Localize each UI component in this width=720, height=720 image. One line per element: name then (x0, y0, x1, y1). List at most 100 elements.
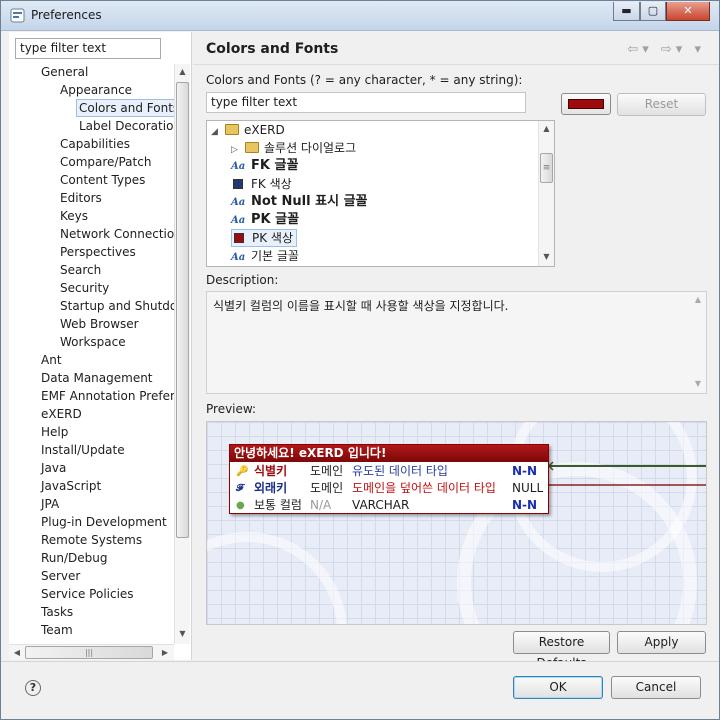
preference-tree: General Appearance Colors and Fonts Label D… (9, 64, 174, 644)
window-title: Preferences (31, 8, 102, 22)
color-swatch (568, 99, 604, 109)
page-header: Colors and Fonts ⇦▾ ⇨▾ ▾ (193, 32, 719, 65)
help-icon[interactable]: ? (25, 680, 41, 696)
colors-fonts-scroll-thumb[interactable]: ≡ (540, 153, 553, 183)
color-picker-button[interactable] (561, 93, 611, 115)
nav-scroll-thumb[interactable] (176, 82, 189, 538)
colors-fonts-item[interactable]: FK 색상 (231, 175, 292, 193)
column-domain: 도메인 (310, 464, 344, 478)
tree-item[interactable]: Help (39, 423, 70, 441)
colors-fonts-item[interactable]: ◢ eXERD (211, 121, 285, 139)
preview-canvas: 안녕하세요! eXERD 입니다! 🔑 식별키 도메인 유도된 데이터 타입 N-N 𝓕 외… (206, 421, 707, 625)
nav-vertical-scrollbar[interactable]: ▲ ▼ (174, 64, 190, 644)
tree-item[interactable]: Workspace (58, 333, 128, 351)
tree-item[interactable]: Plug-in Development (39, 513, 169, 531)
tree-item[interactable]: Compare/Patch (58, 153, 153, 171)
tree-item[interactable]: Startup and Shutdown (58, 297, 174, 315)
preferences-app-icon (10, 8, 25, 23)
entity-column-row[interactable]: 𝓕 외래키 도메인 도메인을 덮어쓴 데이터 타입 NULL (230, 480, 548, 497)
entity-column-row[interactable]: ● 보통 컬럼 N/A VARCHAR N-N (230, 497, 548, 514)
tree-item[interactable]: Perspectives (58, 243, 138, 261)
reset-button[interactable]: Reset (617, 93, 706, 116)
tree-item[interactable]: Network Connections (58, 225, 174, 243)
preferences-window: Preferences ▬ ▢ ✕ type filter text Gener… (0, 0, 720, 720)
colors-fonts-vertical-scrollbar[interactable]: ▲ ≡ ▼ (538, 121, 554, 266)
color-square-icon (234, 233, 244, 243)
colors-fonts-item[interactable]: Aa 기본 글꼴 (231, 247, 299, 265)
scroll-up-arrow[interactable]: ▲ (539, 121, 554, 137)
scroll-left-arrow[interactable]: ◀ (9, 645, 25, 661)
tree-item[interactable]: Data Management (39, 369, 155, 387)
page-history-nav-icons[interactable]: ⇦▾ ⇨▾ ▾ (627, 42, 705, 57)
description-box: 식별키 컬럼의 이름을 표시할 때 사용할 색상을 지정합니다. ▲ ▼ (206, 291, 707, 394)
title-bar[interactable]: Preferences ▬ ▢ ✕ (1, 1, 719, 31)
colors-fonts-item[interactable]: PK 색상 (231, 229, 298, 247)
tree-item[interactable]: General (39, 64, 90, 81)
column-nullability: N-N (512, 498, 538, 512)
tree-item[interactable]: Search (58, 261, 103, 279)
nav-horizontal-scrollbar[interactable]: ◀ ||| ▶ (9, 644, 174, 660)
colors-fonts-filter-label: Colors and Fonts (? = any character, * =… (206, 73, 523, 87)
maximize-button[interactable]: ▢ (640, 2, 666, 21)
tree-item[interactable]: Server (39, 567, 82, 585)
column-name: 외래키 (254, 481, 288, 495)
tree-item[interactable]: Security (58, 279, 111, 297)
colors-fonts-item[interactable]: Aa FK 글꼴 (231, 157, 298, 175)
tree-item[interactable]: Web Browser (58, 315, 141, 333)
colors-fonts-filter-input[interactable]: type filter text (206, 92, 526, 113)
colors-fonts-item[interactable]: Aa Not Null 표시 글꼴 (231, 193, 368, 211)
tree-item[interactable]: Keys (58, 207, 90, 225)
scroll-down-arrow[interactable]: ▼ (175, 626, 190, 642)
colors-fonts-item-label: Not Null 표시 글꼴 (251, 194, 368, 209)
tree-item[interactable]: Appearance (58, 81, 134, 99)
column-nullability: N-N (512, 464, 538, 478)
close-button[interactable]: ✕ (666, 2, 710, 21)
description-scrollbar[interactable]: ▲ ▼ (690, 292, 706, 393)
minimize-button[interactable]: ▬ (613, 2, 640, 21)
tree-item[interactable]: eXERD (39, 405, 84, 423)
colors-fonts-item-label: 솔루션 다이얼로그 (264, 141, 357, 155)
restore-defaults-button[interactable]: Restore Defaults (513, 631, 610, 670)
column-nullability: NULL (512, 481, 544, 495)
tree-item[interactable]: Java (39, 459, 68, 477)
entity-column-row[interactable]: 🔑 식별키 도메인 유도된 데이터 타입 N-N (230, 463, 548, 480)
preference-page: Colors and Fonts ⇦▾ ⇨▾ ▾ Colors and Font… (193, 32, 719, 670)
tree-item[interactable]: Remote Systems (39, 531, 144, 549)
tree-item[interactable]: Team (39, 621, 75, 639)
tree-item[interactable]: Capabilities (58, 135, 132, 153)
tree-item[interactable]: Editors (58, 189, 104, 207)
scroll-right-arrow[interactable]: ▶ (157, 645, 173, 661)
tree-item[interactable]: EMF Annotation Preferences (39, 387, 174, 405)
preview-entity[interactable]: 안녕하세요! eXERD 입니다! 🔑 식별키 도메인 유도된 데이터 타입 N-N 𝓕 외… (229, 444, 549, 514)
column-datatype: 유도된 데이터 타입 (352, 464, 448, 478)
scroll-up-arrow[interactable]: ▲ (690, 292, 706, 308)
tree-item[interactable]: JavaScript (39, 477, 103, 495)
font-icon: Aa (231, 197, 246, 208)
column-domain: N/A (310, 498, 332, 512)
colors-fonts-item[interactable]: ▷ 솔루션 다이얼로그 (231, 139, 356, 157)
tree-item[interactable]: JPA (39, 495, 61, 513)
tree-item[interactable]: Service Policies (39, 585, 136, 603)
ok-button[interactable]: OK (513, 676, 603, 699)
scroll-up-arrow[interactable]: ▲ (175, 64, 190, 80)
tree-item[interactable]: Run/Debug (39, 549, 110, 567)
page-title: Colors and Fonts (206, 41, 339, 57)
color-square-icon (233, 179, 243, 189)
nav-hscroll-thumb[interactable]: ||| (25, 646, 153, 659)
tree-item[interactable]: Tasks (39, 603, 75, 621)
tree-item[interactable]: Label Decorations (77, 117, 174, 135)
tree-item[interactable]: Ant (39, 351, 64, 369)
nav-filter-input[interactable]: type filter text (15, 38, 161, 59)
scroll-down-arrow[interactable]: ▼ (690, 376, 706, 392)
colors-fonts-item[interactable]: Aa PK 글꼴 (231, 211, 299, 229)
cancel-button[interactable]: Cancel (611, 676, 701, 699)
tree-item[interactable]: Install/Update (39, 441, 127, 459)
tree-item[interactable]: Colors and Fonts (76, 99, 174, 117)
apply-button[interactable]: Apply (617, 631, 706, 654)
scroll-down-arrow[interactable]: ▼ (539, 249, 554, 265)
column-name: 식별키 (254, 464, 288, 478)
entity-title: 안녕하세요! eXERD 입니다! (230, 445, 548, 462)
tree-item[interactable]: Content Types (58, 171, 147, 189)
column-domain: 도메인 (310, 481, 344, 495)
expanded-arrow-icon[interactable]: ◢ (211, 123, 225, 141)
